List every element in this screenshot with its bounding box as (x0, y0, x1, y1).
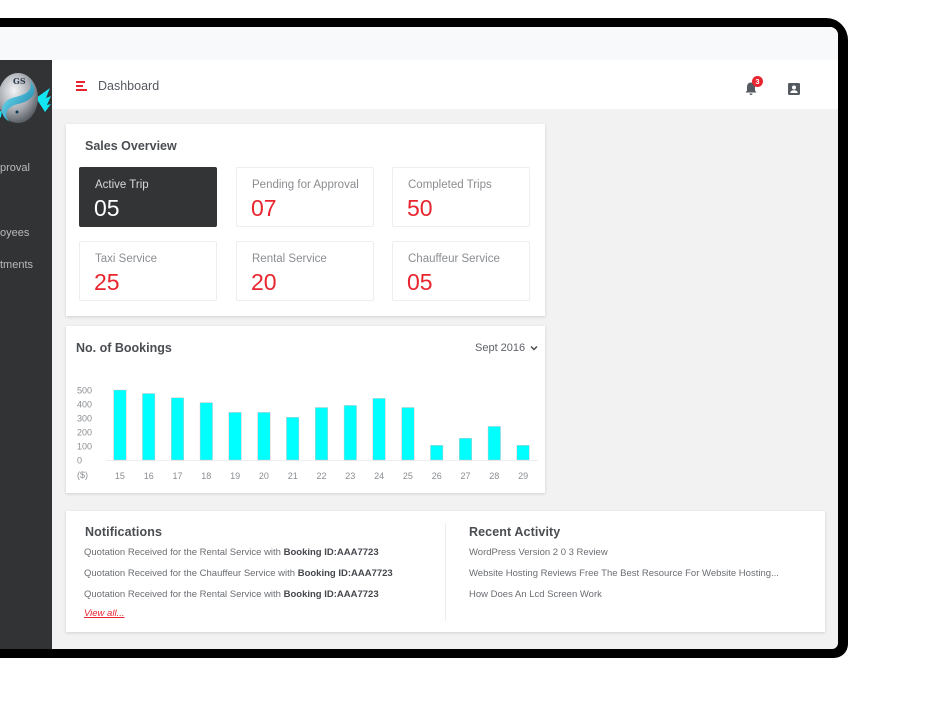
bar-29[interactable] (516, 445, 530, 461)
bookings-bar-chart: 0 100 200 300 400 500 15 16 17 18 19 20 21 22 23 24 25 2… (77, 386, 538, 481)
stat-value: 20 (251, 269, 277, 295)
bar-22[interactable] (315, 407, 328, 461)
top-band (0, 27, 838, 60)
stat-label: Chauffeur Service (408, 253, 500, 265)
hamburger-menu-icon[interactable] (76, 81, 88, 91)
stat-card-taxi-service[interactable]: Taxi Service 25 (79, 241, 217, 301)
bar-23[interactable] (343, 405, 357, 461)
logo-icon: GS (0, 73, 51, 123)
stat-card-chauffeur-service[interactable]: Chauffeur Service 05 (392, 241, 530, 301)
stat-value: 25 (94, 269, 120, 295)
bar-15[interactable] (113, 389, 127, 461)
x-tick-label: 28 (489, 471, 499, 481)
notification-item[interactable]: Quotation Received for the Rental Servic… (84, 547, 379, 558)
bar-28[interactable] (487, 426, 501, 461)
y-tick-label: 500 (77, 386, 92, 396)
stat-label: Rental Service (252, 253, 327, 265)
bar-21[interactable] (286, 417, 300, 461)
booking-id: Booking ID:AAA7723 (297, 568, 393, 579)
x-tick-label: 21 (288, 471, 298, 481)
page-title: Dashboard (98, 79, 160, 93)
stat-label: Active Trip (95, 179, 149, 191)
sidebar: GS proval oyees tments (0, 60, 52, 649)
y-axis-unit-label: ($) (77, 470, 88, 480)
sidebar-item-pending-approval[interactable]: proval (0, 162, 52, 174)
bar-16[interactable] (142, 393, 156, 461)
sales-overview-card: Sales Overview Active Trip 05 Pending fo… (66, 124, 545, 316)
notification-count-badge: 3 (752, 76, 763, 87)
account-box-icon[interactable] (788, 83, 800, 95)
notification-item[interactable]: Quotation Received for the Chauffeur Ser… (84, 568, 393, 579)
bar-18[interactable] (199, 402, 213, 461)
y-tick-label: 0 (77, 456, 82, 466)
notifications-activity-card: Notifications Quotation Received for the… (66, 511, 825, 632)
x-tick-label: 23 (345, 471, 355, 481)
bar-20[interactable] (257, 412, 271, 461)
bookings-card: No. of Bookings Sept 2016 0 100 200 300 400 5… (66, 326, 545, 493)
sidebar-item-departments[interactable]: tments (0, 259, 52, 271)
stat-label: Taxi Service (95, 253, 157, 265)
bar-25[interactable] (401, 407, 415, 461)
y-tick-label: 200 (77, 428, 92, 438)
bar-19[interactable] (228, 412, 242, 461)
activity-item[interactable]: WordPress Version 2 0 3 Review (469, 547, 608, 558)
x-tick-label: 17 (172, 471, 182, 481)
stat-value: 05 (407, 269, 433, 295)
top-header: Dashboard 3 (52, 60, 838, 109)
stat-value: 50 (407, 195, 433, 221)
x-tick-label: 20 (259, 471, 269, 481)
notification-text: Quotation Received for the Rental Servic… (84, 547, 284, 558)
app-screen: GS proval oyees tments Dashboard 3 Sales… (0, 27, 838, 649)
y-tick-label: 400 (77, 400, 92, 410)
x-tick-label: 24 (374, 471, 384, 481)
x-tick-label: 26 (432, 471, 442, 481)
x-tick-label: 29 (518, 471, 528, 481)
stat-label: Pending for Approval (252, 179, 359, 191)
x-tick-label: 25 (403, 471, 413, 481)
y-tick-label: 300 (77, 414, 92, 424)
bar-26[interactable] (430, 445, 444, 461)
x-tick-label: 18 (201, 471, 211, 481)
view-all-link[interactable]: View all... (84, 608, 124, 619)
bar-27[interactable] (459, 438, 472, 461)
activity-item[interactable]: How Does An Lcd Screen Work (469, 589, 602, 600)
section-divider (445, 523, 446, 621)
x-tick-label: 19 (230, 471, 240, 481)
x-tick-label: 15 (115, 471, 125, 481)
sales-overview-title: Sales Overview (85, 139, 177, 153)
svg-text:GS: GS (13, 76, 26, 86)
stat-card-pending-approval[interactable]: Pending for Approval 07 (236, 167, 374, 227)
x-tick-label: 27 (460, 471, 470, 481)
booking-id: Booking ID:AAA7723 (283, 547, 379, 558)
stat-card-rental-service[interactable]: Rental Service 20 (236, 241, 374, 301)
recent-activity-title: Recent Activity (469, 525, 561, 539)
stat-label: Completed Trips (408, 179, 492, 191)
bar-17[interactable] (171, 397, 184, 461)
notification-text: Quotation Received for the Chauffeur Ser… (84, 568, 298, 579)
stat-value: 05 (94, 195, 120, 221)
sidebar-item-employees[interactable]: oyees (0, 227, 52, 239)
notification-text: Quotation Received for the Rental Servic… (84, 589, 284, 600)
booking-id: Booking ID:AAA7723 (283, 589, 379, 600)
stat-card-completed-trips[interactable]: Completed Trips 50 (392, 167, 530, 227)
sidebar-item-label: proval (0, 162, 30, 174)
bar-24[interactable] (372, 398, 386, 461)
sidebar-item-label: tments (0, 259, 34, 271)
notification-item[interactable]: Quotation Received for the Rental Servic… (84, 589, 379, 600)
stat-value: 07 (251, 195, 277, 221)
x-tick-label: 22 (316, 471, 326, 481)
activity-item[interactable]: Website Hosting Reviews Free The Best Re… (469, 568, 779, 579)
notifications-title: Notifications (85, 525, 162, 539)
y-tick-label: 100 (77, 442, 92, 452)
sidebar-item-label: oyees (0, 227, 30, 239)
x-tick-label: 16 (144, 471, 154, 481)
stat-card-active-trip[interactable]: Active Trip 05 (79, 167, 217, 227)
